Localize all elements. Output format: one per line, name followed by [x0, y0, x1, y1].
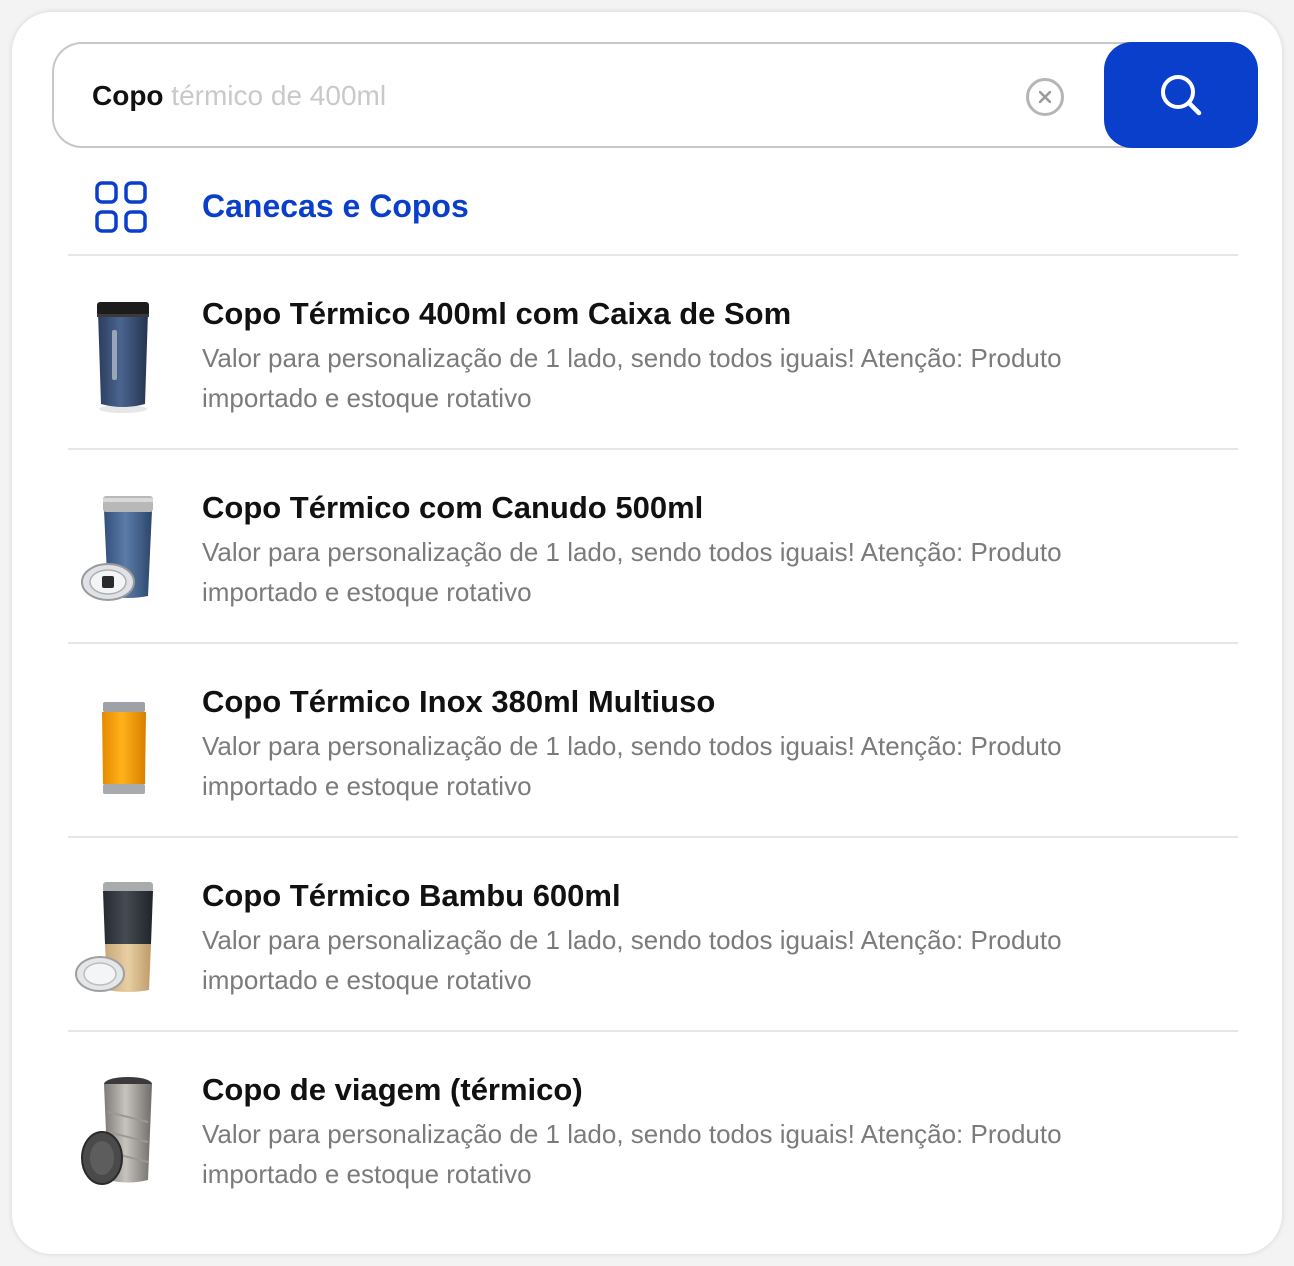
- product-thumbnail: [68, 296, 178, 416]
- search-typed-text: Copo: [92, 80, 164, 111]
- result-item[interactable]: Copo Térmico com Canudo 500ml Valor para…: [68, 450, 1238, 644]
- product-image-travel-cup: [81, 1077, 152, 1185]
- close-icon: [1039, 91, 1051, 103]
- result-description: Valor para personalização de 1 lado, sen…: [202, 1119, 1062, 1189]
- search-results-list: Copo Térmico 400ml com Caixa de Som Valo…: [68, 256, 1238, 1226]
- result-title: Copo Térmico Bambu 600ml: [202, 878, 621, 913]
- product-image-thermal-cup-steel: [102, 702, 146, 794]
- result-title: Copo Térmico Inox 380ml Multiuso: [202, 684, 716, 719]
- search-autocomplete-suggestion: térmico de 400ml: [163, 80, 387, 111]
- result-title: Copo de viagem (térmico): [202, 1072, 583, 1107]
- clear-search-button[interactable]: [1026, 78, 1064, 116]
- category-suggestion[interactable]: Canecas e Copos: [68, 158, 1238, 256]
- result-description: Valor para personalização de 1 lado, sen…: [202, 537, 1062, 607]
- result-item[interactable]: Copo Térmico 400ml com Caixa de Som Valo…: [68, 256, 1238, 450]
- product-thumbnail: [68, 684, 178, 804]
- result-description: Valor para personalização de 1 lado, sen…: [202, 343, 1062, 413]
- product-image-thermal-cup-speaker: [97, 302, 149, 413]
- result-item[interactable]: Copo Térmico Inox 380ml Multiuso Valor p…: [68, 644, 1238, 838]
- product-image-thermal-cup-straw: [81, 496, 153, 601]
- search-icon: [1161, 75, 1202, 116]
- result-title: Copo Térmico 400ml com Caixa de Som: [202, 296, 792, 331]
- grid-icon: [95, 181, 147, 233]
- product-image-thermal-cup-bamboo: [75, 882, 153, 992]
- result-description: Valor para personalização de 1 lado, sen…: [202, 731, 1062, 801]
- result-item[interactable]: Copo de viagem (térmico) Valor para pers…: [68, 1032, 1238, 1226]
- result-item[interactable]: Copo Térmico Bambu 600ml Valor para pers…: [68, 838, 1238, 1032]
- search-dropdown-card: Copo térmico de 400ml Canecas e Copos Co…: [12, 12, 1282, 1254]
- search-bar: Copo térmico de 400ml: [52, 42, 1258, 148]
- product-thumbnail: [68, 490, 178, 610]
- category-label: Canecas e Copos: [202, 188, 469, 224]
- result-title: Copo Térmico com Canudo 500ml: [202, 490, 704, 525]
- search-input[interactable]: Copo térmico de 400ml: [52, 42, 1152, 148]
- search-query[interactable]: Copo térmico de 400ml: [92, 78, 386, 114]
- product-thumbnail: [68, 1072, 178, 1192]
- product-thumbnail: [68, 878, 178, 998]
- search-button[interactable]: [1104, 42, 1258, 148]
- result-description: Valor para personalização de 1 lado, sen…: [202, 925, 1062, 995]
